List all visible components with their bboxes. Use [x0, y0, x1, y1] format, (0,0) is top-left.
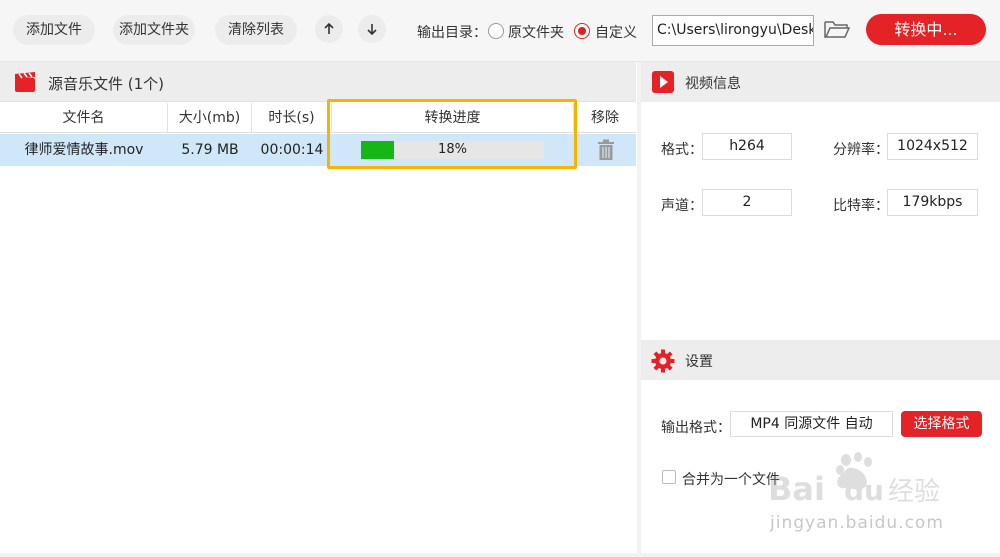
file-name-cell: 律师爱情故事.mov [24, 142, 144, 158]
svg-text:du: du [844, 474, 884, 507]
bottom-border [0, 553, 1000, 557]
add-file-button[interactable]: 添加文件 [13, 15, 95, 45]
settings-title: 设置 [685, 354, 713, 370]
select-format-button[interactable]: 选择格式 [901, 411, 982, 437]
resolution-value: 1024x512 [887, 133, 978, 160]
add-folder-button[interactable]: 添加文件夹 [113, 15, 195, 45]
clear-list-button[interactable]: 清除列表 [215, 15, 297, 45]
browse-folder-button[interactable] [823, 17, 851, 45]
radio-original-folder[interactable] [488, 23, 504, 39]
baidu-watermark-logo: Bai du 经验 [748, 452, 948, 516]
channels-value: 2 [702, 189, 792, 216]
folder-open-icon [824, 21, 851, 38]
resolution-label: 分辨率： [833, 142, 889, 158]
watermark-url: jingyan.baidu.com [770, 513, 944, 533]
bitrate-value: 179kbps [887, 189, 978, 216]
output-path-input[interactable]: C:\Users\lirongyu\Desk [652, 15, 814, 46]
svg-text:Bai: Bai [768, 470, 825, 508]
trash-icon [598, 139, 614, 160]
settings-header: 设置 [641, 340, 1000, 380]
output-format-label: 输出格式： [661, 420, 731, 436]
channels-label: 声道： [661, 198, 703, 214]
format-label: 格式： [661, 142, 703, 158]
video-info-header: 视频信息 [641, 62, 1000, 102]
remove-file-button[interactable] [596, 139, 616, 165]
play-icon [651, 70, 675, 98]
bitrate-label: 比特率： [833, 198, 889, 214]
toolbar: 添加文件 添加文件夹 清除列表 输出目录： 原文件夹 自定义 C:\Users\… [0, 0, 1000, 62]
output-dir-label: 输出目录： [417, 25, 487, 41]
gear-icon [651, 349, 675, 377]
radio-original-label: 原文件夹 [508, 25, 564, 41]
clapperboard-icon [14, 71, 36, 97]
column-header-remove[interactable]: 移除 [574, 103, 636, 133]
svg-text:经验: 经验 [888, 477, 940, 507]
arrow-down-icon [367, 24, 377, 36]
source-files-header: 源音乐文件 (1个) [0, 62, 636, 102]
move-down-button[interactable] [358, 15, 386, 43]
radio-custom[interactable] [574, 23, 590, 39]
column-header-filename[interactable]: 文件名 [0, 103, 168, 133]
radio-custom-label: 自定义 [595, 25, 637, 41]
progress-highlight-box [327, 99, 577, 169]
file-size-cell: 5.79 MB [181, 142, 239, 158]
video-info-title: 视频信息 [685, 76, 741, 92]
arrow-up-icon [324, 22, 334, 34]
file-duration-cell: 00:00:14 [260, 142, 324, 158]
column-header-duration[interactable]: 时长(s) [252, 103, 332, 133]
column-header-size[interactable]: 大小(mb) [168, 103, 252, 133]
format-value: h264 [702, 133, 792, 160]
source-files-title: 源音乐文件 (1个) [48, 75, 165, 93]
convert-button[interactable]: 转换中... [866, 14, 986, 45]
merge-checkbox[interactable] [662, 470, 676, 484]
move-up-button[interactable] [315, 15, 343, 43]
output-format-value: MP4 同源文件 自动 [730, 411, 893, 437]
